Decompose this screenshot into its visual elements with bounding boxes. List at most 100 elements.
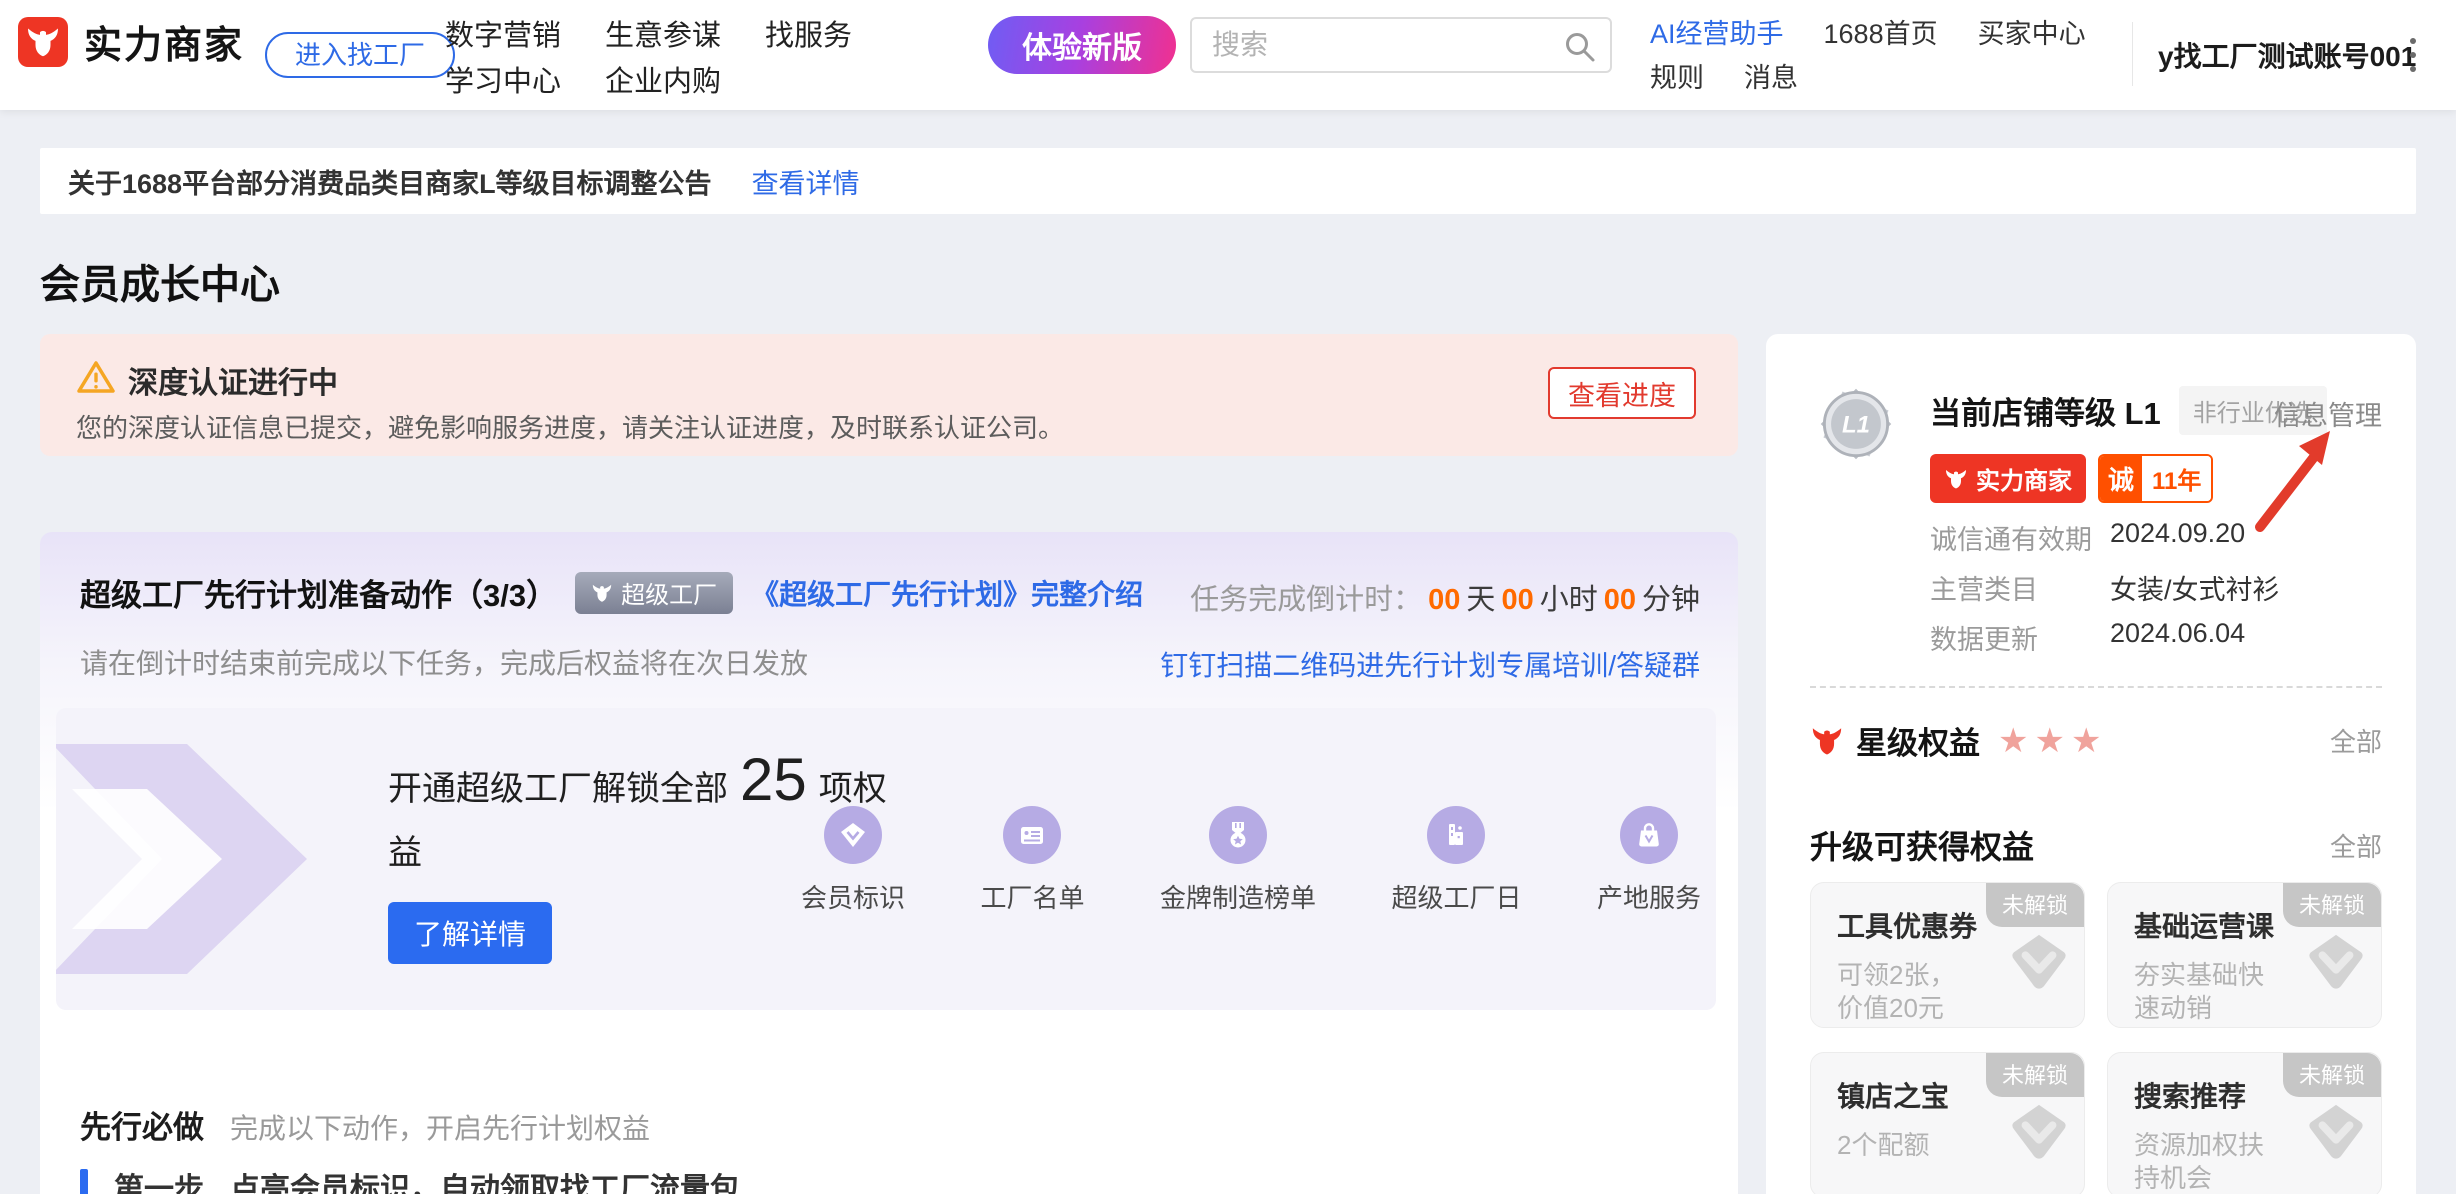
learn-more-button[interactable]: 了解详情	[388, 902, 552, 964]
mustdo-header: 先行必做 完成以下动作，开启先行计划权益	[80, 1102, 650, 1147]
store-level-title: 当前店铺等级 L1	[1930, 388, 2161, 433]
factory-list-icon	[1003, 806, 1061, 864]
level-medal-icon: L1	[1810, 378, 1902, 470]
link-rules[interactable]: 规则	[1650, 56, 1704, 95]
link-messages[interactable]: 消息	[1744, 56, 1798, 95]
nav-enterprise-purchase[interactable]: 企业内购	[605, 58, 721, 100]
search-input[interactable]	[1192, 19, 1610, 71]
warning-icon	[76, 358, 116, 403]
app-root: 实力商家 进入找工厂 数字营销 生意参谋 找服务 学习中心 企业内购 体验新版 …	[0, 0, 2456, 1194]
locked-ribbon: 未解锁	[2283, 883, 2381, 927]
brand-logo[interactable]: 实力商家	[18, 14, 244, 69]
upgrade-benefits-title: 升级可获得权益	[1810, 822, 2034, 868]
benefit-card-course[interactable]: 基础运营课 夯实基础快速动销 未解锁	[2107, 882, 2382, 1028]
search-icon[interactable]	[1562, 29, 1598, 70]
nav-business-advisor[interactable]: 生意参谋	[605, 12, 721, 54]
star-rating: ★★★	[1998, 721, 2107, 761]
dingtalk-group-link[interactable]: 钉钉扫描二维码进先行计划专属培训/答疑群	[1160, 644, 1700, 684]
info-row-category: 主营类目 女装/女式衬衫	[1930, 568, 2280, 607]
locked-ribbon: 未解锁	[2283, 1053, 2381, 1097]
perk-gold-medal[interactable]: 金牌制造榜单	[1160, 806, 1316, 915]
benefit-card-treasure[interactable]: 镇店之宝 2个配额 未解锁	[1810, 1052, 2085, 1194]
countdown-days: 00	[1422, 584, 1466, 616]
main-nav-row2: 学习中心 企业内购	[445, 58, 721, 100]
star-all-link[interactable]: 全部	[2330, 722, 2382, 759]
step-one-row: 第一步 点亮会员标识，自动领取找工厂流量包	[80, 1164, 740, 1194]
unlock-count: 25	[728, 746, 819, 813]
mustdo-title: 先行必做	[80, 1102, 204, 1147]
integrity-years-badge: 诚 11年	[2098, 454, 2213, 503]
locked-gem-icon	[2008, 1101, 2070, 1168]
arrow-decoration	[56, 734, 352, 984]
star-benefits-row: 星级权益 ★★★ 全部	[1810, 718, 2382, 763]
link-buyer-center[interactable]: 买家中心	[1978, 12, 2086, 51]
countdown-hours: 00	[1495, 584, 1539, 616]
page-title: 会员成长中心	[40, 252, 280, 310]
link-ai-assistant[interactable]: AI经营助手	[1650, 12, 1784, 51]
nav-learning-center[interactable]: 学习中心	[445, 58, 561, 100]
locked-gem-icon	[2008, 931, 2070, 998]
locked-ribbon: 未解锁	[1986, 883, 2084, 927]
plan-header: 超级工厂先行计划准备动作（3/3） 超级工厂 《超级工厂先行计划》完整介绍	[80, 570, 1143, 615]
upgrade-all-link[interactable]: 全部	[2330, 827, 2382, 864]
enter-factory-button[interactable]: 进入找工厂	[265, 32, 455, 78]
step-text: 点亮会员标识，自动领取找工厂流量包	[230, 1164, 740, 1194]
member-badge-icon	[824, 806, 882, 864]
step-marker	[80, 1169, 88, 1194]
locked-gem-icon	[2305, 1101, 2367, 1168]
account-name[interactable]: y找工厂测试账号001	[2158, 0, 2416, 110]
benefit-card-coupon[interactable]: 工具优惠券 可领2张，价值20元 未解锁	[1810, 882, 2085, 1028]
annotation-arrow-icon	[2242, 415, 2357, 540]
bull-logo-icon	[18, 17, 68, 67]
search-box	[1190, 17, 1612, 73]
power-merchant-badge: 实力商家	[1930, 454, 2086, 503]
certification-alert: 深度认证进行中 您的深度认证信息已提交，避免影响服务进度，请关注认证进度，及时联…	[40, 334, 1738, 456]
quick-links-row1: AI经营助手 1688首页 买家中心	[1650, 12, 2086, 51]
info-row-updated: 数据更新 2024.06.04	[1930, 618, 2280, 657]
countdown-hours-unit: 小时	[1540, 584, 1598, 616]
kebab-menu-icon[interactable]	[2406, 34, 2420, 76]
perk-factory-list[interactable]: 工厂名单	[980, 806, 1084, 915]
countdown-minutes-unit: 分钟	[1642, 584, 1700, 616]
nav-digital-marketing[interactable]: 数字营销	[445, 12, 561, 54]
plan-subtitle: 请在倒计时结束前完成以下任务，完成后权益将在次日发放	[80, 642, 808, 682]
unlock-prefix: 开通超级工厂解锁全部	[388, 770, 728, 808]
unlock-benefits-panel: 开通超级工厂解锁全部25项权益 了解详情 会员标识 工厂名单	[56, 708, 1716, 1010]
perk-factory-day[interactable]: 超级工厂日	[1391, 806, 1521, 915]
store-info-rows: 诚信通有效期 2024.09.20 主营类目 女装/女式衬衫 数据更新 2024…	[1930, 518, 2280, 668]
quick-links-row2: 规则 消息	[1650, 56, 1798, 95]
task-countdown: 任务完成倒计时：00天00小时00分钟	[1190, 576, 1700, 618]
integrity-icon: 诚	[2100, 456, 2142, 501]
header-divider	[2132, 22, 2133, 86]
super-factory-badge: 超级工厂	[575, 572, 733, 614]
perk-member-badge[interactable]: 会员标识	[801, 806, 905, 915]
countdown-days-unit: 天	[1466, 584, 1495, 616]
info-row-validity: 诚信通有效期 2024.09.20	[1930, 518, 2280, 557]
countdown-label: 任务完成倒计时：	[1190, 584, 1422, 616]
origin-service-icon	[1620, 806, 1678, 864]
try-new-version-button[interactable]: 体验新版	[988, 16, 1176, 74]
integrity-years: 11年	[2142, 456, 2211, 501]
announcement-detail-link[interactable]: 查看详情	[752, 162, 860, 201]
alert-body: 您的深度认证信息已提交，避免影响服务进度，请关注认证进度，及时联系认证公司。	[76, 408, 1064, 445]
announcement-text: 关于1688平台部分消费品类目商家L等级目标调整公告	[68, 162, 712, 201]
locked-ribbon: 未解锁	[1986, 1053, 2084, 1097]
bull-icon-red	[1810, 724, 1844, 758]
locked-gem-icon	[2305, 931, 2367, 998]
benefit-card-search[interactable]: 搜索推荐 资源加权扶持机会 未解锁	[2107, 1052, 2382, 1194]
view-progress-button[interactable]: 查看进度	[1548, 367, 1696, 419]
plan-intro-link[interactable]: 《超级工厂先行计划》完整介绍	[751, 573, 1143, 613]
store-badges: 实力商家 诚 11年	[1930, 454, 2213, 503]
brand-name: 实力商家	[84, 14, 244, 69]
super-factory-badge-label: 超级工厂	[621, 575, 717, 610]
main-nav-row1: 数字营销 生意参谋 找服务	[445, 12, 852, 54]
perk-origin-service[interactable]: 产地服务	[1597, 806, 1701, 915]
countdown-minutes: 00	[1598, 584, 1642, 616]
link-1688-home[interactable]: 1688首页	[1824, 12, 1938, 51]
star-benefits-title: 星级权益	[1856, 718, 1980, 763]
svg-text:L1: L1	[1842, 412, 1870, 439]
top-header: 实力商家 进入找工厂 数字营销 生意参谋 找服务 学习中心 企业内购 体验新版 …	[0, 0, 2456, 110]
nav-find-service[interactable]: 找服务	[765, 12, 852, 54]
super-factory-plan-card: 超级工厂先行计划准备动作（3/3） 超级工厂 《超级工厂先行计划》完整介绍 任务…	[40, 532, 1738, 1194]
step-label: 第一步	[114, 1164, 204, 1194]
